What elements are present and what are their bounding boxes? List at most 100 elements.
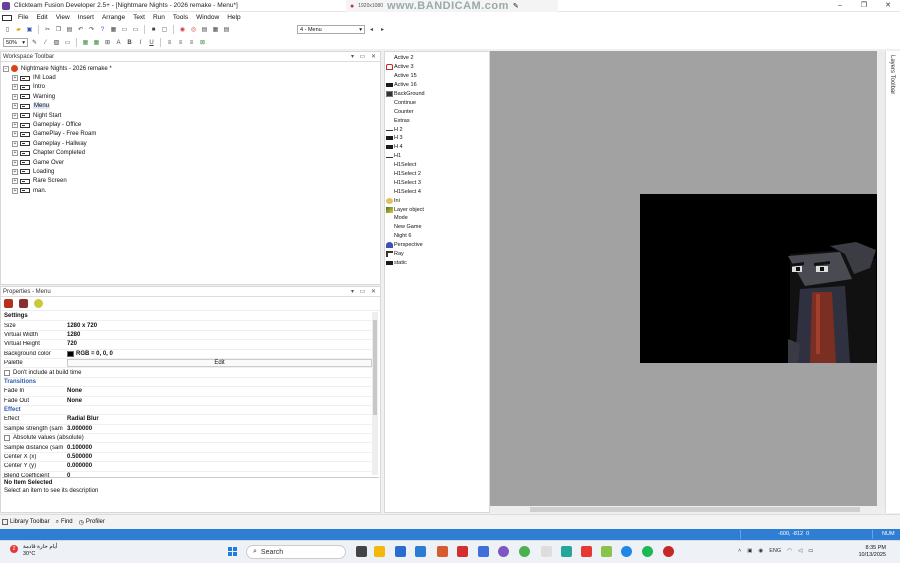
chevron-up-icon[interactable]: ˄ — [738, 548, 741, 554]
property-value[interactable]: Radial Blur — [67, 416, 372, 422]
edit-object-icon[interactable]: ✎ — [30, 38, 39, 47]
close-button[interactable]: ✕ — [876, 0, 900, 12]
menu-view[interactable]: View — [52, 14, 74, 21]
expand-icon[interactable]: + — [12, 140, 18, 147]
cut-icon[interactable]: ✂ — [43, 25, 52, 34]
align-right-icon[interactable]: ≡ — [187, 38, 196, 47]
app-icon[interactable] — [601, 546, 612, 557]
app-icon[interactable] — [457, 546, 468, 557]
weather-widget[interactable]: 2 أيام حارة قادمة 30°C — [10, 544, 57, 558]
menu-edit[interactable]: Edit — [32, 14, 51, 21]
data-elements-icon[interactable]: ▤ — [222, 25, 231, 34]
tray-app-icon[interactable]: ◉ — [758, 548, 763, 554]
menu-file[interactable]: File — [14, 14, 32, 21]
object-item[interactable]: H 2 — [385, 125, 489, 134]
property-value[interactable]: 0.500000 — [67, 454, 372, 460]
app-icon[interactable] — [498, 546, 509, 557]
scroll-thumb[interactable] — [530, 507, 860, 512]
property-row[interactable]: Background color RGB = 0, 0, 0 — [4, 350, 372, 359]
expand-icon[interactable]: + — [12, 178, 18, 185]
property-value[interactable]: RGB = 0, 0, 0 — [67, 350, 372, 357]
app-icon[interactable] — [478, 546, 489, 557]
windows-start-icon[interactable] — [228, 547, 238, 557]
battery-icon[interactable]: ▭ — [808, 548, 813, 554]
properties-scrollbar[interactable] — [372, 312, 378, 475]
tree-item[interactable]: + man. — [12, 186, 380, 195]
expand-icon[interactable]: + — [12, 159, 18, 166]
property-row[interactable]: Center Y (y) 0.000000 — [4, 462, 372, 472]
object-item[interactable]: H 4 — [385, 143, 489, 152]
object-item[interactable]: H1Select 4 — [385, 187, 489, 196]
panel-controls[interactable]: ▾ ▭ ✕ — [351, 53, 378, 60]
expand-icon[interactable]: + — [12, 112, 18, 119]
object-item[interactable]: Mode — [385, 214, 489, 223]
object-item[interactable]: H 3 — [385, 134, 489, 143]
run-application-icon[interactable]: ◉ — [178, 25, 187, 34]
transparency-icon[interactable]: ⊠ — [198, 38, 207, 47]
file-explorer-icon[interactable] — [374, 546, 385, 557]
save-icon[interactable]: ▣ — [25, 25, 34, 34]
brush-icon[interactable]: ⁄ — [41, 38, 50, 47]
align-center-icon[interactable]: ≡ — [176, 38, 185, 47]
property-row[interactable]: Sample strength (sam 3.000000 — [4, 425, 372, 435]
object-item[interactable]: New Game — [385, 223, 489, 232]
eraser-icon[interactable]: ▭ — [63, 38, 72, 47]
object-item[interactable]: Active 3 — [385, 63, 489, 72]
tree-item[interactable]: + Warning — [12, 92, 380, 101]
snap-icon[interactable]: ▦ — [92, 38, 101, 47]
section-header[interactable]: Settings — [4, 312, 372, 322]
event-editor-icon[interactable]: ▦ — [211, 25, 220, 34]
menu-tools[interactable]: Tools — [169, 14, 192, 21]
tree-item-selected[interactable]: + Menu — [12, 102, 380, 111]
property-row[interactable]: Sample distance (sam 0.100000 — [4, 443, 372, 453]
expand-icon[interactable]: + — [12, 150, 18, 157]
object-item[interactable]: H1 — [385, 152, 489, 161]
storyboard-icon[interactable]: ▦ — [109, 25, 118, 34]
object-item[interactable]: static — [385, 258, 489, 267]
object-item[interactable]: Counter — [385, 107, 489, 116]
object-item[interactable]: Active 16 — [385, 81, 489, 90]
editor-horizontal-scrollbar[interactable] — [490, 506, 885, 513]
property-row[interactable]: Absolute values (absolute) — [4, 434, 372, 444]
property-row[interactable]: Size 1280 x 720 — [4, 321, 372, 331]
panel-controls[interactable]: ▾ ▭ ✕ — [351, 288, 378, 295]
property-value[interactable]: 0.000000 — [67, 463, 372, 469]
tree-item[interactable]: + Loading — [12, 167, 380, 176]
runtime-tab-icon[interactable] — [19, 299, 28, 308]
property-value[interactable]: 3.000000 — [67, 426, 372, 432]
tree-item[interactable]: + Night Start — [12, 111, 380, 120]
section-header[interactable]: Effect — [4, 406, 372, 416]
undo-icon[interactable]: ↶ — [76, 25, 85, 34]
show-grid-icon[interactable]: ⊞ — [103, 38, 112, 47]
scroll-thumb[interactable] — [373, 320, 377, 415]
object-item[interactable]: Active 15 — [385, 72, 489, 81]
expand-icon[interactable]: + — [12, 103, 18, 110]
layers-toolbar-tab[interactable]: Layers Toolbar — [885, 51, 900, 513]
maximize-button[interactable]: ❐ — [852, 0, 876, 12]
tree-item[interactable]: + Intro — [12, 83, 380, 92]
next-frame-icon[interactable]: ▸ — [378, 25, 387, 34]
edge-icon[interactable] — [621, 546, 632, 557]
pencil-icon[interactable]: ✎ — [513, 2, 519, 10]
tab-library-toolbar[interactable]: Library Toolbar — [2, 519, 50, 525]
expand-icon[interactable]: + — [12, 93, 18, 100]
object-item[interactable]: Active 2 — [385, 54, 489, 63]
dont-include-checkbox[interactable] — [4, 369, 10, 376]
property-row[interactable]: Center X (x) 0.500000 — [4, 453, 372, 463]
language-indicator[interactable]: ENG — [769, 548, 781, 554]
property-row[interactable]: Virtual Width 1280 — [4, 331, 372, 341]
property-value[interactable]: 1280 — [67, 332, 372, 338]
italic-icon[interactable]: I — [136, 38, 145, 47]
expand-icon[interactable]: + — [12, 122, 18, 129]
task-view-icon[interactable] — [356, 546, 367, 557]
editor-vertical-scrollbar[interactable] — [877, 51, 885, 506]
property-value[interactable]: 0.100000 — [67, 445, 372, 451]
speaker-icon[interactable]: ◁ — [798, 548, 802, 554]
zoom-select[interactable]: 50% ▾ — [3, 38, 28, 47]
spotify-icon[interactable] — [642, 546, 653, 557]
object-item[interactable]: H1Select — [385, 161, 489, 170]
record-icon[interactable]: ● — [350, 3, 354, 10]
copy-icon[interactable]: ❐ — [54, 25, 63, 34]
chrome-icon[interactable] — [519, 546, 530, 557]
taskbar-clock[interactable]: 8:35 PM 10/13/2025 — [850, 545, 886, 559]
